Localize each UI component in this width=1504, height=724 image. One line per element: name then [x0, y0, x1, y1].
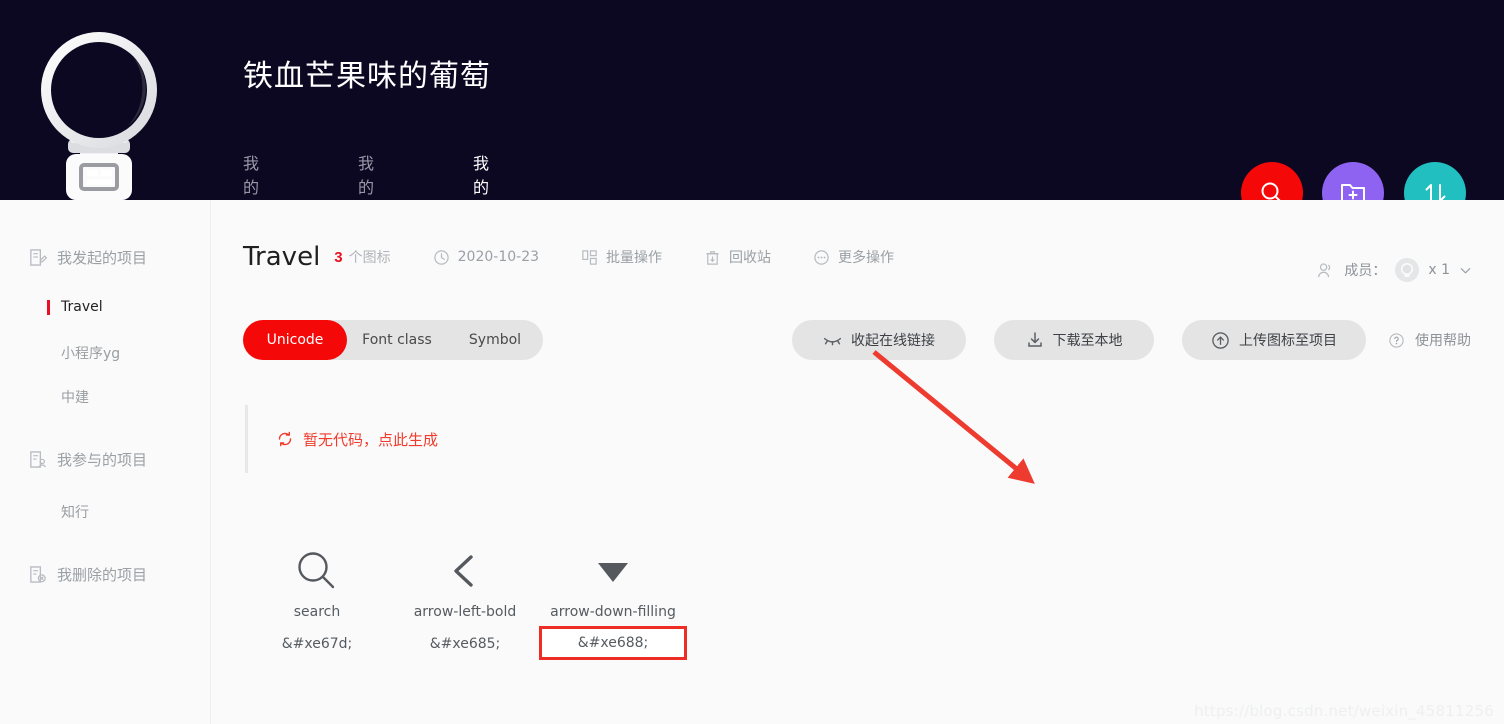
member-avatar [1395, 258, 1420, 282]
upload-icon-button[interactable]: 上传图标至项目 [1182, 320, 1366, 360]
trash-icon [706, 250, 719, 265]
icon-cell-search[interactable]: search &#xe67d; [243, 540, 391, 660]
project-date: 2020-10-23 [433, 249, 539, 266]
sidebar-item-miniprogram-yg[interactable]: 小程序yg [61, 343, 120, 363]
icon-grid: search &#xe67d; arrow-left-bold &#xe685; [243, 540, 687, 660]
tab-unicode[interactable]: Unicode [243, 320, 347, 360]
main-content: Travel 3 个图标 2020-10-23 批量操作 回收站 更多操作 成员… [211, 200, 1504, 724]
page-title: 铁血芒果味的葡萄 [243, 59, 491, 94]
astronaut-helmet-avatar-icon [41, 32, 157, 200]
sidebar-group-created-projects[interactable]: 我发起的项目 [28, 247, 147, 268]
members-selector[interactable]: 成员： x 1 [1316, 258, 1472, 282]
site-header: 铁血芒果味的葡萄 我的资源 我的收藏 我的项目 [0, 0, 1504, 264]
project-header: Travel 3 个图标 2020-10-23 批量操作 回收站 更多操作 [243, 242, 894, 272]
sidebar-group-deleted-projects[interactable]: 我删除的项目 [28, 564, 147, 585]
collapse-online-link-button[interactable]: 收起在线链接 [792, 320, 966, 360]
icon-name: search [293, 604, 341, 620]
download-local-label: 下载至本地 [1052, 333, 1123, 349]
icon-code: &#xe67d; [281, 636, 353, 652]
collapse-online-link-label: 收起在线链接 [851, 333, 935, 349]
arrow-down-filling-icon [539, 540, 687, 602]
eye-closed-icon [823, 337, 842, 345]
batch-grid-icon [582, 249, 597, 265]
chevron-down-icon[interactable] [1459, 264, 1472, 277]
sidebar-group-label: 我参与的项目 [57, 451, 148, 469]
download-local-button[interactable]: 下载至本地 [994, 320, 1154, 360]
batch-operation-button[interactable]: 批量操作 [581, 247, 662, 267]
more-operations-label: 更多操作 [838, 250, 895, 266]
watermark: https://blog.csdn.net/weixin_45811256 [1194, 702, 1494, 720]
ellipsis-circle-icon [814, 249, 829, 265]
recycle-bin-label: 回收站 [729, 250, 772, 266]
code-notice-box: 暂无代码，点此生成 [245, 405, 805, 473]
code-type-segmented-control: Unicode Font class Symbol [243, 320, 543, 360]
help-label: 使用帮助 [1415, 333, 1471, 349]
generate-code-link[interactable]: 暂无代码，点此生成 [276, 429, 438, 450]
tab-font-class[interactable]: Font class [347, 320, 447, 360]
sidebar-item-travel[interactable]: Travel [47, 299, 103, 315]
page-root: 铁血芒果味的葡萄 我的资源 我的收藏 我的项目 [0, 0, 1504, 724]
members-label: 成员： [1344, 263, 1387, 279]
icon-code: &#xe688; [539, 626, 687, 660]
cloud-upload-icon [1212, 331, 1229, 349]
generate-code-label: 暂无代码，点此生成 [303, 430, 439, 449]
project-member-icon [30, 451, 46, 468]
clock-icon [433, 249, 449, 265]
recycle-bin-button[interactable]: 回收站 [704, 247, 771, 267]
avatar [36, 22, 162, 200]
more-operations-button[interactable]: 更多操作 [813, 247, 894, 267]
project-title: Travel [243, 242, 321, 272]
astronaut-helmet-small-icon [1401, 263, 1414, 277]
icon-count: 3 [334, 248, 343, 266]
project-delete-icon [30, 566, 46, 583]
arrow-left-bold-icon [391, 540, 539, 602]
icon-name: arrow-left-bold [413, 604, 517, 620]
project-edit-icon [30, 249, 47, 266]
tab-symbol[interactable]: Symbol [447, 320, 543, 360]
question-circle-icon [1389, 332, 1404, 348]
sidebar-group-label: 我发起的项目 [57, 249, 148, 267]
sidebar-item-zhixing[interactable]: 知行 [61, 502, 89, 522]
project-date-label: 2020-10-23 [457, 249, 540, 265]
icon-name: arrow-down-filling [550, 604, 676, 620]
search-icon [243, 540, 391, 602]
icon-cell-arrow-left-bold[interactable]: arrow-left-bold &#xe685; [391, 540, 539, 660]
sidebar-item-zhongjian[interactable]: 中建 [61, 387, 89, 407]
icon-count-unit: 个图标 [348, 249, 391, 265]
icon-cell-arrow-down-filling[interactable]: arrow-down-filling &#xe688; [539, 540, 687, 660]
members-icon [1318, 262, 1331, 277]
sidebar: 我发起的项目 Travel 小程序yg 中建 我参与的项目 知行 我删除的项目 [0, 200, 211, 724]
help-link[interactable]: 使用帮助 [1388, 330, 1471, 350]
sidebar-group-label: 我删除的项目 [57, 566, 148, 584]
icon-code: &#xe685; [429, 636, 501, 652]
download-icon [1027, 332, 1042, 347]
refresh-icon [278, 431, 292, 447]
upload-icon-label: 上传图标至项目 [1239, 333, 1337, 349]
members-count: x 1 [1428, 262, 1450, 278]
batch-operation-label: 批量操作 [606, 250, 663, 266]
sidebar-group-joined-projects[interactable]: 我参与的项目 [28, 449, 147, 470]
